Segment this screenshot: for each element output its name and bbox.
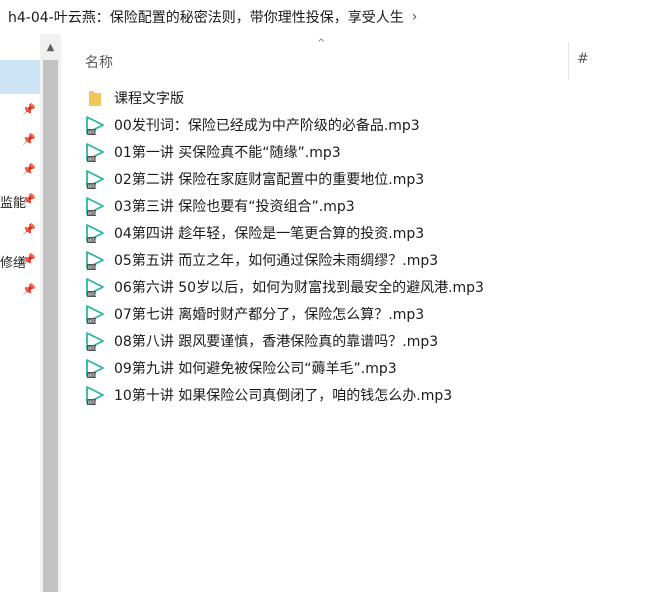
audio-file-icon: MP3 <box>86 169 104 189</box>
file-item[interactable]: MP3 10第十讲 如果保险公司真倒闭了，咱的钱怎么办.mp3 <box>84 381 644 408</box>
file-item[interactable]: MP3 00发刊词：保险已经成为中产阶级的必备品.mp3 <box>84 111 644 138</box>
file-name: 08第八讲 跟风要谨慎，香港保险真的靠谱吗？.mp3 <box>114 333 439 350</box>
column-divider[interactable] <box>568 42 569 80</box>
audio-file-icon: MP3 <box>86 142 104 162</box>
file-name: 07第七讲 离婚时财产都分了，保险怎么算？.mp3 <box>114 306 425 323</box>
audio-file-icon: MP3 <box>86 223 104 243</box>
pin-icon: 📌 <box>22 253 36 266</box>
svg-text:MP3: MP3 <box>88 238 97 243</box>
file-item[interactable]: MP3 01第一讲 买保险真不能“随缘”.mp3 <box>84 138 644 165</box>
file-name: 03第三讲 保险也要有“投资组合”.mp3 <box>114 198 355 215</box>
nav-item[interactable]: 监能 📌 <box>0 186 40 216</box>
svg-text:MP3: MP3 <box>88 373 97 378</box>
nav-item[interactable]: 📌 <box>0 156 40 186</box>
file-name: 01第一讲 买保险真不能“随缘”.mp3 <box>114 144 341 161</box>
file-item[interactable]: MP3 04第四讲 趁年轻，保险是一笔更合算的投资.mp3 <box>84 219 644 246</box>
nav-item[interactable]: 📌 <box>0 126 40 156</box>
file-item[interactable]: MP3 09第九讲 如何避免被保险公司“薅羊毛”.mp3 <box>84 354 644 381</box>
nav-scrollbar[interactable]: ▲ <box>40 34 61 592</box>
file-item[interactable]: MP3 07第七讲 离婚时财产都分了，保险怎么算？.mp3 <box>84 300 644 327</box>
nav-item[interactable]: 修缮 📌 <box>0 246 40 276</box>
pin-icon: 📌 <box>22 193 36 206</box>
audio-file-icon: MP3 <box>86 385 104 405</box>
chevron-right-icon[interactable]: › <box>412 9 418 25</box>
svg-text:MP3: MP3 <box>88 400 97 405</box>
svg-text:MP3: MP3 <box>88 346 97 351</box>
audio-file-icon: MP3 <box>86 331 104 351</box>
file-item[interactable]: MP3 08第八讲 跟风要谨慎，香港保险真的靠谱吗？.mp3 <box>84 327 644 354</box>
svg-text:MP3: MP3 <box>88 211 97 216</box>
svg-text:MP3: MP3 <box>88 292 97 297</box>
breadcrumb-path[interactable]: h4-04-叶云燕：保险配置的秘密法则，带你理性投保，享受人生 <box>8 7 404 27</box>
nav-item[interactable]: 📌 <box>0 276 40 306</box>
navigation-pane: 📌 📌 📌 监能 📌 📌 修缮 📌 📌 <box>0 34 40 592</box>
pin-icon: 📌 <box>22 223 36 236</box>
file-name: 09第九讲 如何避免被保险公司“薅羊毛”.mp3 <box>114 360 397 377</box>
audio-file-icon: MP3 <box>86 304 104 324</box>
file-name: 02第二讲 保险在家庭财富配置中的重要地位.mp3 <box>114 171 425 188</box>
audio-file-icon: MP3 <box>86 358 104 378</box>
column-header-name[interactable]: 名称 <box>85 52 113 72</box>
file-name: 06第六讲 50岁以后，如何为财富找到最安全的避风港.mp3 <box>114 279 484 296</box>
svg-text:MP3: MP3 <box>88 130 97 135</box>
sort-ascending-icon: ^ <box>317 38 326 49</box>
scroll-up-icon[interactable]: ▲ <box>40 42 61 53</box>
file-name: 04第四讲 趁年轻，保险是一笔更合算的投资.mp3 <box>114 225 425 242</box>
audio-file-icon: MP3 <box>86 115 104 135</box>
column-header-number[interactable]: # <box>577 51 589 67</box>
file-item[interactable]: MP3 03第三讲 保险也要有“投资组合”.mp3 <box>84 192 644 219</box>
pin-icon: 📌 <box>22 133 36 146</box>
pin-icon: 📌 <box>22 103 36 116</box>
folder-icon <box>89 90 101 106</box>
file-name: 课程文字版 <box>114 90 184 107</box>
nav-selected-item[interactable] <box>0 60 40 94</box>
pin-icon: 📌 <box>22 283 36 296</box>
nav-item[interactable]: 📌 <box>0 216 40 246</box>
file-name: 00发刊词：保险已经成为中产阶级的必备品.mp3 <box>114 117 420 134</box>
file-item[interactable]: MP3 05第五讲 而立之年，如何通过保险未雨绸缪？.mp3 <box>84 246 644 273</box>
file-item[interactable]: MP3 02第二讲 保险在家庭财富配置中的重要地位.mp3 <box>84 165 644 192</box>
breadcrumb[interactable]: h4-04-叶云燕：保险配置的秘密法则，带你理性投保，享受人生 › <box>0 0 661 34</box>
file-item[interactable]: MP3 06第六讲 50岁以后，如何为财富找到最安全的避风港.mp3 <box>84 273 644 300</box>
svg-text:MP3: MP3 <box>88 319 97 324</box>
column-header: ^ 名称 # <box>61 34 661 82</box>
scrollbar-thumb[interactable] <box>43 60 58 592</box>
file-name: 10第十讲 如果保险公司真倒闭了，咱的钱怎么办.mp3 <box>114 387 453 404</box>
nav-item[interactable]: 📌 <box>0 96 40 126</box>
file-list: 课程文字版 MP3 00发刊词：保险已经成为中产阶级的必备品.mp3 MP3 0… <box>84 84 644 408</box>
file-name: 05第五讲 而立之年，如何通过保险未雨绸缪？.mp3 <box>114 252 439 269</box>
svg-text:MP3: MP3 <box>88 265 97 270</box>
pin-icon: 📌 <box>22 163 36 176</box>
folder-item[interactable]: 课程文字版 <box>84 84 644 111</box>
audio-file-icon: MP3 <box>86 196 104 216</box>
svg-text:MP3: MP3 <box>88 184 97 189</box>
svg-text:MP3: MP3 <box>88 157 97 162</box>
audio-file-icon: MP3 <box>86 250 104 270</box>
audio-file-icon: MP3 <box>86 277 104 297</box>
